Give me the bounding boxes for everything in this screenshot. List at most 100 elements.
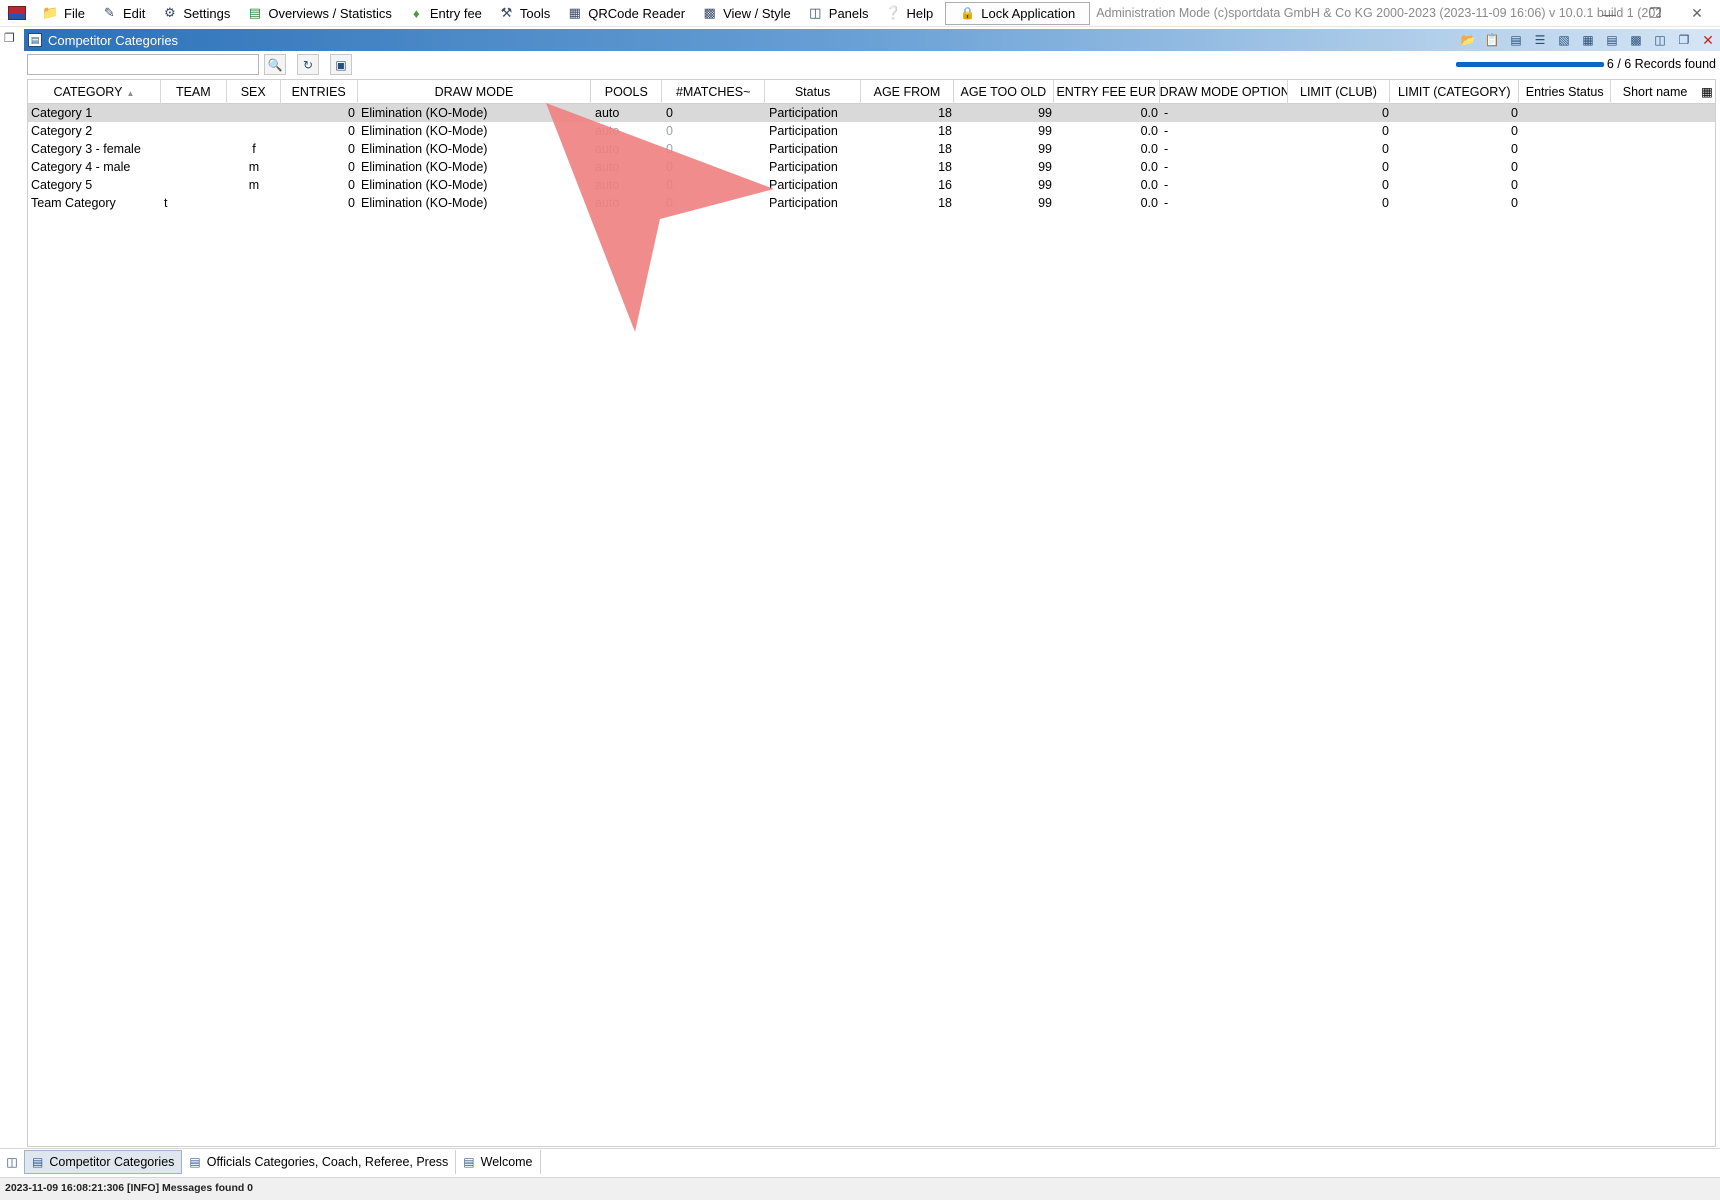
cell-limit-club[interactable]: 0 bbox=[1289, 104, 1392, 122]
cell-matches[interactable]: 0 bbox=[663, 122, 766, 140]
col-header-team[interactable]: TEAM bbox=[161, 80, 227, 104]
cell-entries-status[interactable] bbox=[1521, 176, 1613, 194]
cell-pools[interactable]: auto bbox=[592, 194, 663, 212]
col-header-limit-category[interactable]: LIMIT (CATEGORY) bbox=[1390, 80, 1520, 104]
cell-short-name[interactable] bbox=[1613, 176, 1701, 194]
column-chooser-button[interactable]: ▦ bbox=[1699, 80, 1715, 104]
minimize-icon[interactable]: — bbox=[1586, 0, 1632, 27]
menu-view-style[interactable]: ▩ View / Style bbox=[693, 0, 799, 27]
open-folder-icon[interactable]: 📂 bbox=[1456, 30, 1480, 50]
cell-category[interactable]: Team Category bbox=[28, 194, 161, 212]
print-icon[interactable]: ▤ bbox=[1600, 30, 1624, 50]
col-header-sex[interactable]: SEX bbox=[227, 80, 281, 104]
col-header-draw-mode-option[interactable]: DRAW MODE OPTION bbox=[1160, 80, 1288, 104]
cell-short-name[interactable] bbox=[1613, 140, 1701, 158]
cell-age-too-old[interactable]: 99 bbox=[955, 158, 1055, 176]
close-window-icon[interactable]: ✕ bbox=[1674, 0, 1720, 27]
cell-entry-fee[interactable]: 0.0 bbox=[1055, 104, 1161, 122]
col-header-matches[interactable]: #MATCHES~ bbox=[662, 80, 766, 104]
menu-edit[interactable]: ✎ Edit bbox=[93, 0, 153, 27]
cell-sex[interactable]: f bbox=[227, 140, 281, 158]
menu-qrcode-reader[interactable]: ▦ QRCode Reader bbox=[558, 0, 693, 27]
cell-age-too-old[interactable]: 99 bbox=[955, 176, 1055, 194]
cell-age-from[interactable]: 18 bbox=[862, 122, 955, 140]
lock-application-button[interactable]: 🔒 Lock Application bbox=[945, 1, 1091, 25]
col-header-category[interactable]: CATEGORY ▲ bbox=[28, 80, 161, 104]
menu-help[interactable]: ❔ Help bbox=[877, 0, 942, 27]
cell-matches[interactable]: 0 bbox=[663, 140, 766, 158]
cell-entry-fee[interactable]: 0.0 bbox=[1055, 122, 1161, 140]
cell-status[interactable]: Participation bbox=[766, 176, 862, 194]
cell-team[interactable] bbox=[161, 104, 227, 122]
table-row[interactable]: Category 2 0 Elimination (KO-Mode) auto 0 Par… bbox=[28, 122, 1715, 140]
export-icon[interactable]: ▧ bbox=[1552, 30, 1576, 50]
cell-limit-club[interactable]: 0 bbox=[1289, 194, 1392, 212]
table-row[interactable]: Category 3 - female f 0 Elimination (KO-Mod… bbox=[28, 140, 1715, 158]
menu-settings[interactable]: ⚙ Settings bbox=[153, 0, 238, 27]
cell-status[interactable]: Participation bbox=[766, 122, 862, 140]
cell-limit-club[interactable]: 0 bbox=[1289, 140, 1392, 158]
cell-status[interactable]: Participation bbox=[766, 158, 862, 176]
cell-draw-mode[interactable]: Elimination (KO-Mode) bbox=[358, 140, 592, 158]
cell-team[interactable]: t bbox=[161, 194, 227, 212]
maximize-panel-icon[interactable]: ❐ bbox=[1672, 30, 1696, 50]
table-row[interactable]: Team Category t 0 Elimination (KO-Mode) auto… bbox=[28, 194, 1715, 212]
cell-draw-mode[interactable]: Elimination (KO-Mode) bbox=[358, 104, 592, 122]
cell-draw-mode-option[interactable]: - bbox=[1161, 176, 1289, 194]
clipboard-icon[interactable]: 📋 bbox=[1480, 30, 1504, 50]
cell-category[interactable]: Category 4 - male bbox=[28, 158, 161, 176]
cell-age-too-old[interactable]: 99 bbox=[955, 140, 1055, 158]
cell-short-name[interactable] bbox=[1613, 158, 1701, 176]
cell-category[interactable]: Category 1 bbox=[28, 104, 161, 122]
cell-draw-mode-option[interactable]: - bbox=[1161, 104, 1289, 122]
layout-icon[interactable]: ◫ bbox=[1648, 30, 1672, 50]
cell-short-name[interactable] bbox=[1613, 194, 1701, 212]
cell-draw-mode[interactable]: Elimination (KO-Mode) bbox=[358, 122, 592, 140]
col-header-entries[interactable]: ENTRIES bbox=[281, 80, 358, 104]
col-header-entries-status[interactable]: Entries Status bbox=[1519, 80, 1612, 104]
save-button[interactable]: ▣ bbox=[330, 54, 352, 75]
list-view-icon[interactable]: ☰ bbox=[1528, 30, 1552, 50]
cell-sex[interactable]: m bbox=[227, 176, 281, 194]
col-header-pools[interactable]: POOLS bbox=[591, 80, 663, 104]
cell-age-from[interactable]: 18 bbox=[862, 140, 955, 158]
cell-team[interactable] bbox=[161, 122, 227, 140]
col-header-age-from[interactable]: AGE FROM bbox=[861, 80, 954, 104]
cell-age-from[interactable]: 18 bbox=[862, 194, 955, 212]
cell-draw-mode-option[interactable]: - bbox=[1161, 158, 1289, 176]
cell-draw-mode[interactable]: Elimination (KO-Mode) bbox=[358, 176, 592, 194]
cell-limit-category[interactable]: 0 bbox=[1392, 122, 1521, 140]
menu-panels[interactable]: ◫ Panels bbox=[799, 0, 877, 27]
cell-limit-category[interactable]: 0 bbox=[1392, 104, 1521, 122]
cell-draw-mode-option[interactable]: - bbox=[1161, 122, 1289, 140]
restore-icon[interactable]: ❐ bbox=[1632, 0, 1678, 27]
cell-pools[interactable]: auto bbox=[592, 176, 663, 194]
col-header-age-too-old[interactable]: AGE TOO OLD bbox=[954, 80, 1054, 104]
grid-view-icon[interactable]: ▦ bbox=[1576, 30, 1600, 50]
cell-pools[interactable]: auto bbox=[592, 140, 663, 158]
cell-limit-category[interactable]: 0 bbox=[1392, 140, 1521, 158]
table-row[interactable]: Category 4 - male m 0 Elimination (KO-Mode)… bbox=[28, 158, 1715, 176]
cell-matches[interactable]: 0 bbox=[663, 158, 766, 176]
report-icon[interactable]: ▩ bbox=[1624, 30, 1648, 50]
cell-entry-fee[interactable]: 0.0 bbox=[1055, 194, 1161, 212]
cell-entries-status[interactable] bbox=[1521, 140, 1613, 158]
cell-matches[interactable]: 0 bbox=[663, 194, 766, 212]
cell-short-name[interactable] bbox=[1613, 104, 1701, 122]
cell-limit-category[interactable]: 0 bbox=[1392, 176, 1521, 194]
cell-team[interactable] bbox=[161, 140, 227, 158]
table-row[interactable]: Category 5 m 0 Elimination (KO-Mode) auto 0 Pa… bbox=[28, 176, 1715, 194]
cell-pools[interactable]: auto bbox=[592, 122, 663, 140]
cell-category[interactable]: Category 5 bbox=[28, 176, 161, 194]
cell-pools[interactable]: auto bbox=[592, 158, 663, 176]
cell-age-too-old[interactable]: 99 bbox=[955, 194, 1055, 212]
menu-file[interactable]: 📁 File bbox=[34, 0, 93, 27]
cell-limit-category[interactable]: 0 bbox=[1392, 194, 1521, 212]
cell-sex[interactable] bbox=[227, 104, 281, 122]
menu-overviews-statistics[interactable]: ▤ Overviews / Statistics bbox=[238, 0, 400, 27]
table-row[interactable]: Category 1 0 Elimination (KO-Mode) auto 0 Par… bbox=[28, 104, 1715, 122]
cell-status[interactable]: Participation bbox=[766, 194, 862, 212]
cell-age-from[interactable]: 18 bbox=[862, 104, 955, 122]
cell-entries[interactable]: 0 bbox=[281, 176, 358, 194]
cell-limit-club[interactable]: 0 bbox=[1289, 158, 1392, 176]
